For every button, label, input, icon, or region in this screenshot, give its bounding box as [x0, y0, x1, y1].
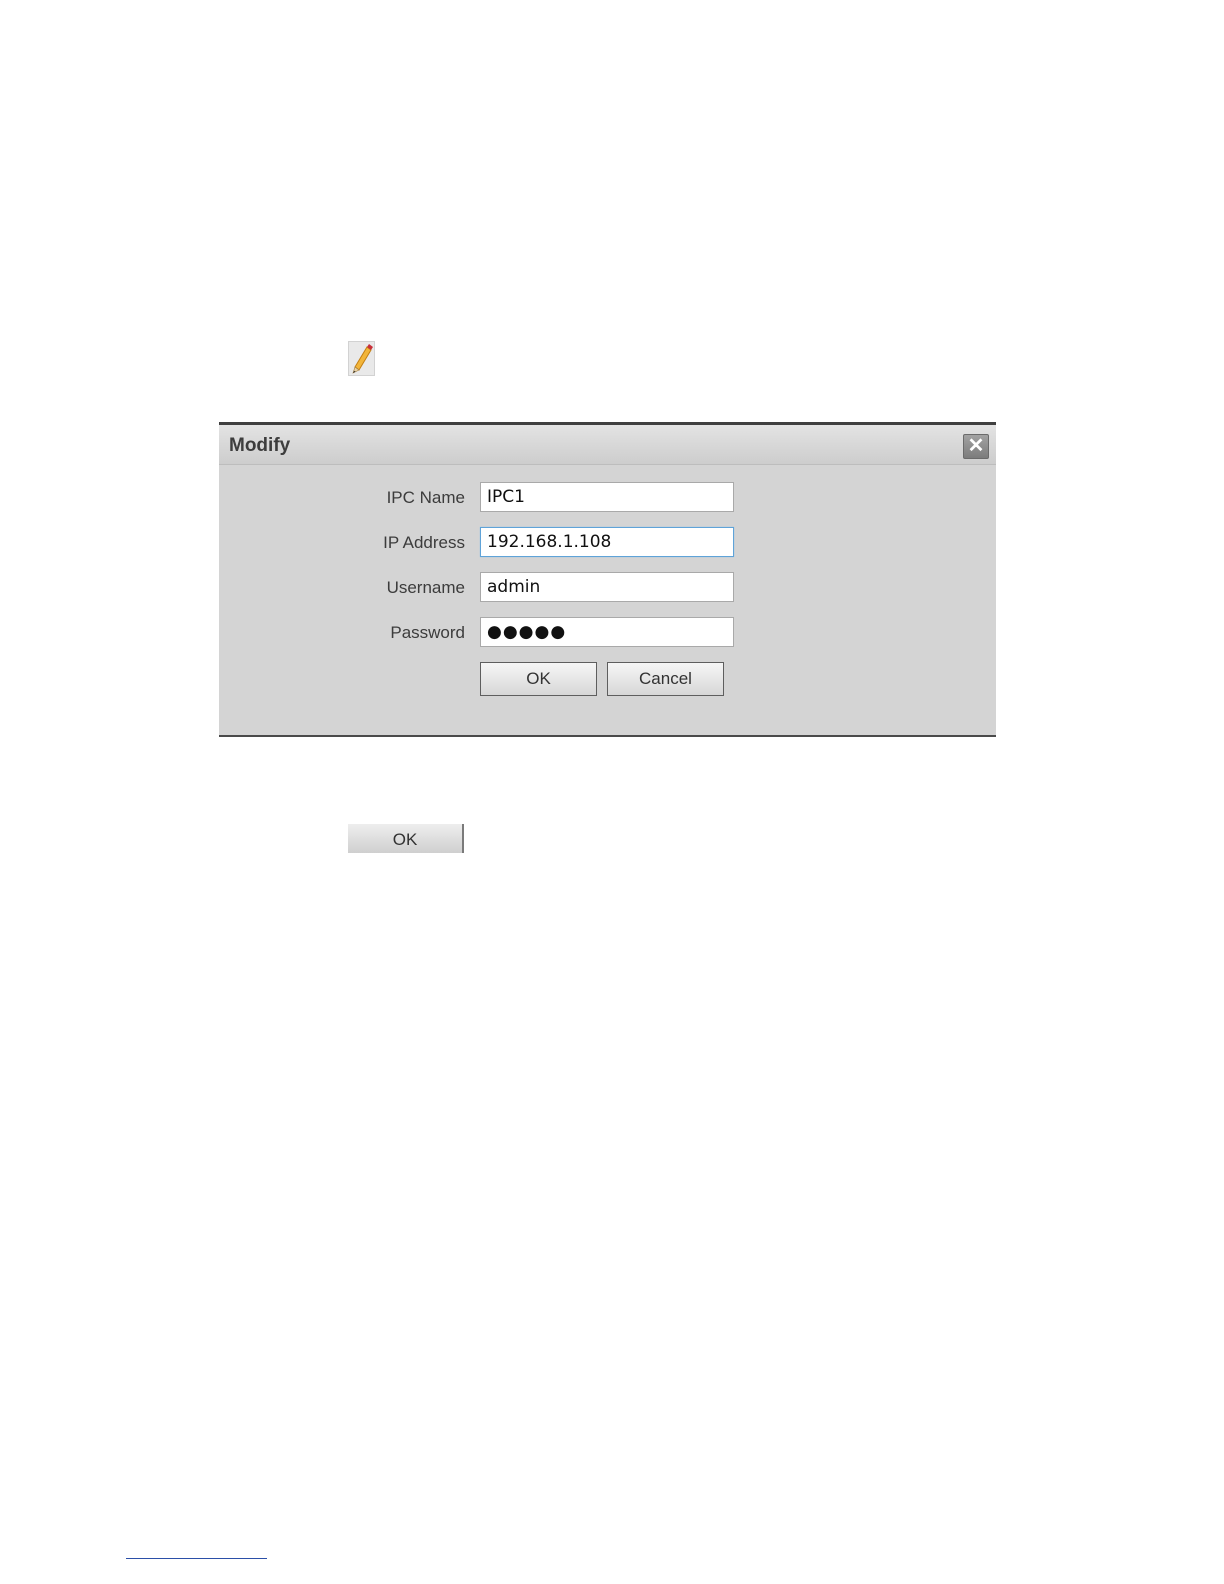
dialog-titlebar: Modify ✕ — [219, 425, 996, 465]
cancel-button[interactable]: Cancel — [607, 662, 724, 696]
pencil-icon[interactable] — [348, 341, 375, 376]
dialog-title: Modify — [229, 435, 291, 456]
ok-button[interactable]: OK — [480, 662, 597, 696]
username-label: Username — [386, 578, 465, 597]
password-input[interactable] — [480, 617, 734, 647]
modify-dialog: Modify ✕ IPC Name IP Address Username Pa… — [219, 422, 996, 737]
ipc-name-label: IPC Name — [386, 488, 465, 507]
username-input[interactable] — [480, 572, 734, 602]
close-button[interactable]: ✕ — [963, 434, 989, 459]
standalone-ok-button[interactable]: OK — [348, 824, 464, 853]
close-icon: ✕ — [967, 435, 985, 457]
ip-address-label: IP Address — [383, 533, 465, 552]
ip-address-input[interactable] — [480, 527, 734, 557]
ipc-name-input[interactable] — [480, 482, 734, 512]
footnote-rule — [126, 1558, 267, 1559]
password-label: Password — [390, 623, 465, 642]
